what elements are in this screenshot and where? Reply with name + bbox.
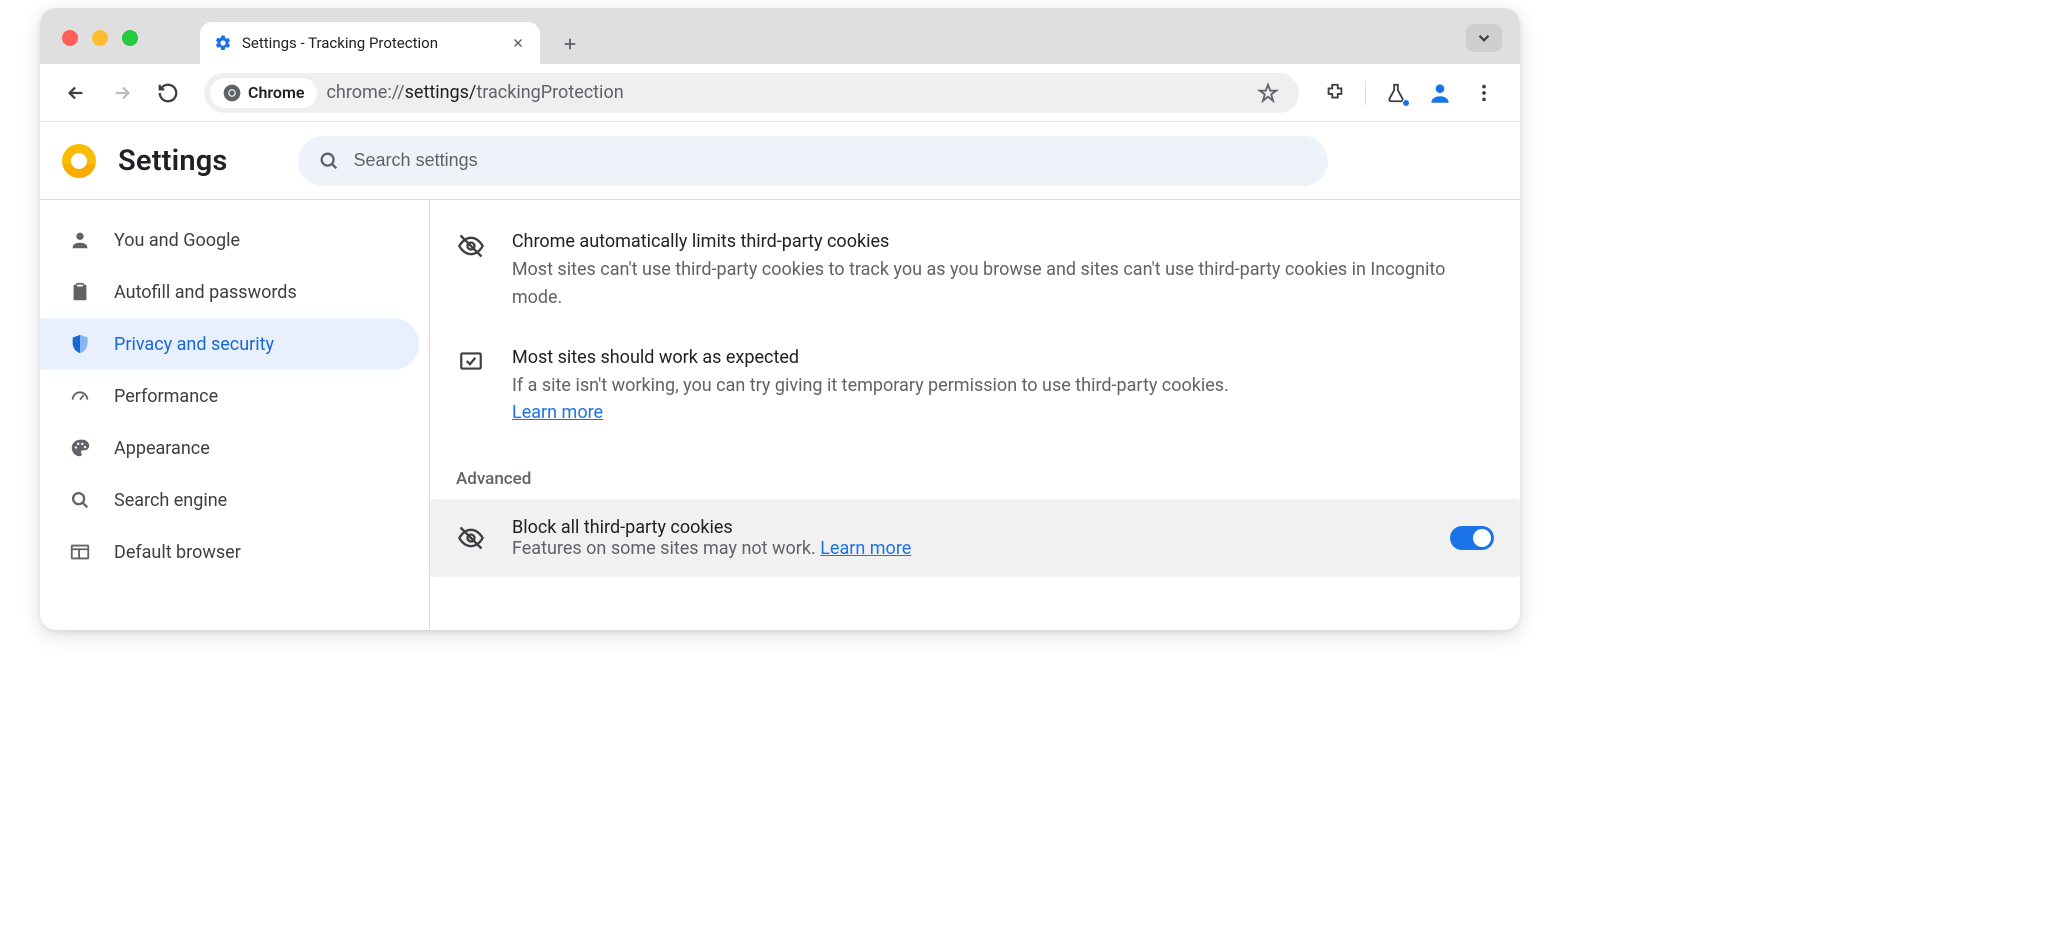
site-chip-label: Chrome: [248, 83, 305, 102]
menu-button[interactable]: [1464, 73, 1504, 113]
info-title: Most sites should work as expected: [512, 344, 1229, 372]
sidebar-label: Performance: [114, 386, 399, 407]
browser-tab[interactable]: Settings - Tracking Protection: [200, 22, 540, 64]
back-button[interactable]: [56, 73, 96, 113]
sidebar-label: Autofill and passwords: [114, 282, 399, 303]
toggle-desc: Features on some sites may not work. Lea…: [512, 538, 1424, 559]
content-area: Chrome automatically limits third-party …: [430, 200, 1520, 630]
info-desc: Most sites can't use third-party cookies…: [512, 256, 1494, 312]
sidebar-label: Search engine: [114, 490, 399, 511]
toolbar: Chrome chrome://settings/trackingProtect…: [40, 64, 1520, 122]
palette-icon: [68, 437, 92, 459]
search-icon: [68, 489, 92, 511]
info-sites-work: Most sites should work as expected If a …: [456, 334, 1494, 450]
search-icon: [318, 150, 340, 172]
minimize-window-button[interactable]: [92, 30, 108, 46]
labs-icon[interactable]: [1376, 73, 1416, 113]
settings-body: You and Google Autofill and passwords Pr…: [40, 200, 1520, 630]
sidebar-item-you-and-google[interactable]: You and Google: [40, 214, 419, 266]
maximize-window-button[interactable]: [122, 30, 138, 46]
person-icon: [68, 229, 92, 251]
gear-icon: [214, 34, 232, 52]
toggle-title: Block all third-party cookies: [512, 517, 1424, 538]
bookmark-icon[interactable]: [1257, 82, 1279, 104]
tab-title: Settings - Tracking Protection: [242, 34, 500, 52]
sidebar-item-performance[interactable]: Performance: [40, 370, 419, 422]
check-box-icon: [456, 348, 486, 428]
info-title: Chrome automatically limits third-party …: [512, 228, 1494, 256]
close-window-button[interactable]: [62, 30, 78, 46]
sidebar-label: Appearance: [114, 438, 399, 459]
search-settings-input[interactable]: [354, 150, 1308, 171]
tab-search-button[interactable]: [1466, 24, 1502, 52]
url-text: chrome://settings/trackingProtection: [327, 82, 624, 103]
forward-button[interactable]: [102, 73, 142, 113]
address-bar[interactable]: Chrome chrome://settings/trackingProtect…: [204, 73, 1299, 113]
info-desc: If a site isn't working, you can try giv…: [512, 372, 1229, 400]
extensions-icon[interactable]: [1315, 73, 1355, 113]
notification-dot: [1402, 99, 1410, 107]
sidebar-item-appearance[interactable]: Appearance: [40, 422, 419, 474]
reload-button[interactable]: [148, 73, 188, 113]
site-chip[interactable]: Chrome: [210, 78, 317, 108]
sidebar-label: You and Google: [114, 230, 399, 251]
eye-off-icon: [456, 232, 486, 312]
info-limit-cookies: Chrome automatically limits third-party …: [456, 218, 1494, 334]
close-tab-icon[interactable]: [510, 35, 526, 51]
avatar-icon: [1427, 80, 1453, 106]
chrome-logo: [62, 144, 96, 178]
browser-window: Settings - Tracking Protection C: [40, 8, 1520, 630]
settings-header: Settings: [40, 122, 1520, 200]
profile-button[interactable]: [1420, 73, 1460, 113]
sidebar-label: Privacy and security: [114, 334, 399, 355]
learn-more-link[interactable]: Learn more: [512, 402, 603, 423]
sidebar-item-autofill[interactable]: Autofill and passwords: [40, 266, 419, 318]
shield-icon: [68, 333, 92, 355]
learn-more-link[interactable]: Learn more: [820, 538, 911, 559]
new-tab-button[interactable]: [554, 28, 586, 60]
settings-title: Settings: [118, 144, 228, 178]
block-all-cookies-toggle[interactable]: [1450, 526, 1494, 550]
gauge-icon: [68, 385, 92, 407]
sidebar: You and Google Autofill and passwords Pr…: [40, 200, 430, 630]
search-settings-box[interactable]: [298, 136, 1328, 186]
sidebar-item-search-engine[interactable]: Search engine: [40, 474, 419, 526]
window-controls: [62, 30, 138, 46]
section-header-advanced: Advanced: [456, 469, 1494, 489]
sidebar-item-privacy-security[interactable]: Privacy and security: [40, 318, 419, 370]
sidebar-item-default-browser[interactable]: Default browser: [40, 526, 419, 578]
divider: [1365, 81, 1366, 105]
eye-off-icon: [456, 524, 486, 552]
block-all-cookies-row: Block all third-party cookies Features o…: [430, 499, 1520, 577]
tab-strip: Settings - Tracking Protection: [40, 8, 1520, 64]
sidebar-label: Default browser: [114, 542, 399, 563]
clipboard-icon: [68, 281, 92, 303]
window-icon: [68, 541, 92, 563]
